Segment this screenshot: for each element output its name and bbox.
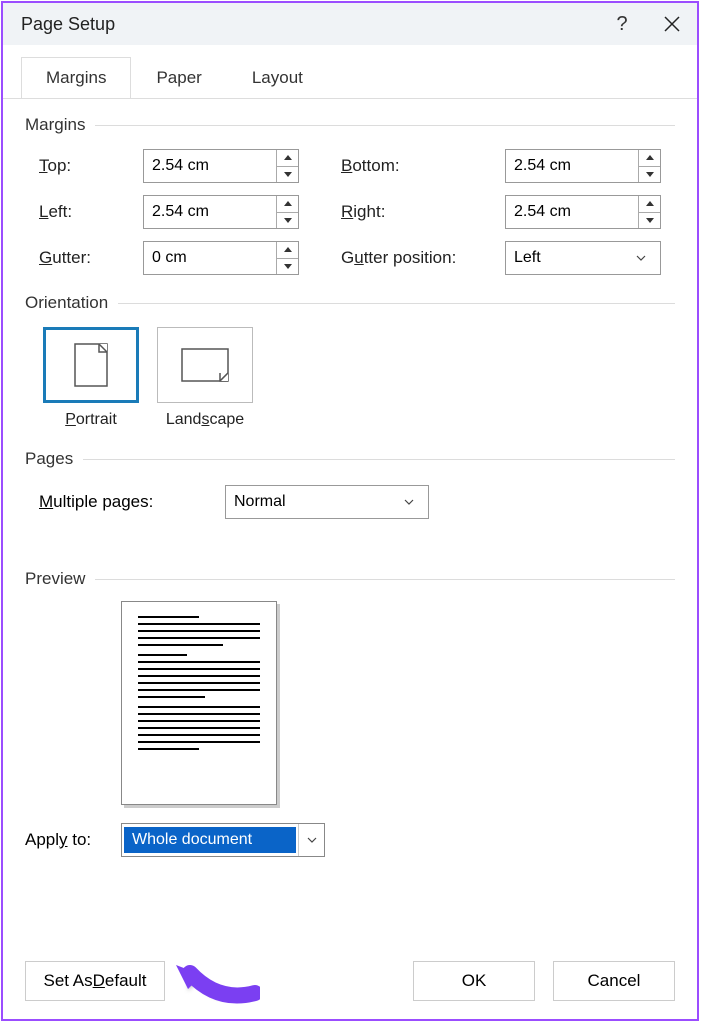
portrait-page-icon [74,343,108,387]
spin-down-icon[interactable] [277,213,298,229]
dialog-title: Page Setup [21,14,115,35]
label-top: Top: [39,156,143,176]
label-gutter-position: Gutter position: [341,248,505,268]
spin-down-icon[interactable] [277,259,298,275]
input-left-field[interactable] [144,196,276,228]
input-right-field[interactable] [506,196,638,228]
orientation-portrait[interactable] [43,327,139,403]
tab-layout[interactable]: Layout [227,57,328,99]
input-left[interactable] [143,195,299,229]
page-setup-dialog: Page Setup ? Margins Paper Layout Margin… [1,1,699,1021]
ok-button[interactable]: OK [413,961,535,1001]
section-orientation: Orientation [25,293,675,313]
spin-up-icon[interactable] [277,196,298,213]
label-landscape: Landscape [166,411,244,429]
input-top[interactable] [143,149,299,183]
annotation-arrow-icon [170,951,260,1016]
preview-page [121,601,277,805]
section-pages: Pages [25,449,675,469]
label-left: Left: [39,202,143,222]
help-button[interactable]: ? [597,3,647,45]
titlebar: Page Setup ? [3,3,697,45]
spin-down-icon[interactable] [277,167,298,183]
label-bottom: Bottom: [341,156,505,176]
select-apply-to-value: Whole document [124,827,296,853]
tab-strip: Margins Paper Layout [3,45,697,99]
input-gutter-field[interactable] [144,242,276,274]
input-top-field[interactable] [144,150,276,182]
label-portrait: Portrait [65,411,117,429]
close-button[interactable] [647,3,697,45]
label-gutter: Gutter: [39,248,143,268]
landscape-page-icon [181,348,229,382]
select-gutter-position[interactable]: Left [505,241,661,275]
input-bottom-field[interactable] [506,150,638,182]
select-multiple-pages[interactable]: Normal [225,485,429,519]
spin-down-icon[interactable] [639,213,660,229]
set-as-default-button[interactable]: Set As Default [25,961,165,1001]
spin-up-icon[interactable] [639,150,660,167]
input-bottom[interactable] [505,149,661,183]
select-gutter-position-value: Left [514,249,630,267]
chevron-down-icon [630,255,652,261]
orientation-landscape[interactable] [157,327,253,403]
spin-up-icon[interactable] [277,242,298,259]
tab-paper[interactable]: Paper [131,57,226,99]
spin-up-icon[interactable] [277,150,298,167]
spin-up-icon[interactable] [639,196,660,213]
select-multiple-pages-value: Normal [234,493,398,511]
section-preview: Preview [25,569,675,589]
label-right: Right: [341,202,505,222]
input-gutter[interactable] [143,241,299,275]
cancel-button[interactable]: Cancel [553,961,675,1001]
tab-margins[interactable]: Margins [21,57,131,99]
select-apply-to[interactable]: Whole document [121,823,325,857]
label-apply-to: Apply to: [25,830,121,850]
spin-down-icon[interactable] [639,167,660,183]
section-margins: Margins [25,115,675,135]
input-right[interactable] [505,195,661,229]
chevron-down-icon [398,499,420,505]
chevron-down-icon [298,824,324,856]
label-multiple-pages: Multiple pages: [39,492,225,512]
